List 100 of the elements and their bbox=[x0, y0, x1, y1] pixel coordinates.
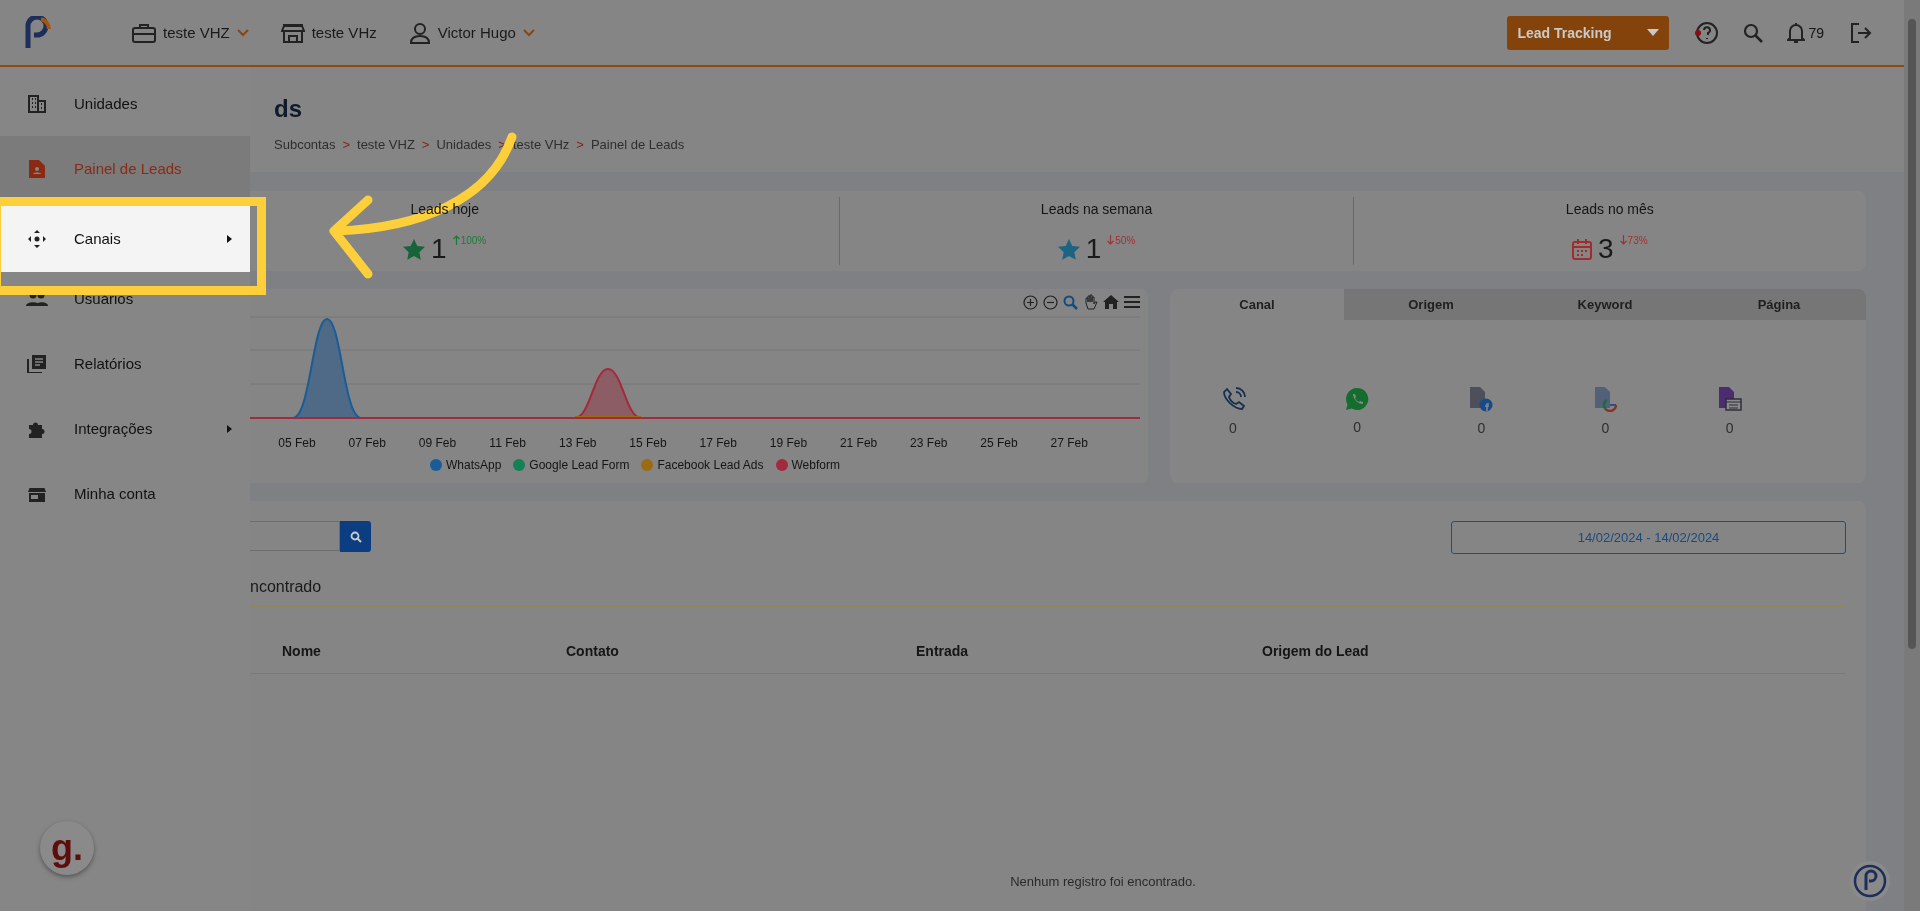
page-title: ds bbox=[274, 95, 303, 123]
magnifier-icon[interactable] bbox=[1063, 294, 1078, 310]
chevron-down-icon bbox=[522, 28, 535, 37]
date-range-button[interactable]: 14/02/2024 - 14/02/2024 bbox=[1451, 521, 1846, 554]
stat-change: 73% bbox=[1619, 235, 1648, 246]
search-icon[interactable] bbox=[1743, 22, 1764, 43]
caret-icon bbox=[1647, 29, 1660, 36]
user-icon bbox=[408, 21, 431, 44]
account-menu[interactable]: teste VHz bbox=[280, 21, 377, 44]
document-badge-icon bbox=[1593, 385, 1618, 412]
axis-label: 27 Feb bbox=[1050, 436, 1088, 450]
briefcase-icon bbox=[132, 22, 156, 43]
chevron-down-icon bbox=[236, 28, 249, 37]
move-icon bbox=[26, 229, 48, 248]
product-select[interactable]: Lead Tracking bbox=[1507, 15, 1670, 50]
sidebar-item[interactable]: Minha conta bbox=[0, 461, 250, 526]
sidebar-item[interactable]: Canais bbox=[0, 205, 250, 272]
chart-line bbox=[574, 416, 642, 418]
hand-icon[interactable] bbox=[1083, 294, 1098, 310]
section-heading: ncontrado bbox=[250, 578, 1846, 607]
channel-count: 0 bbox=[1601, 419, 1610, 436]
scrollbar[interactable] bbox=[1904, 0, 1920, 911]
breadcrumb-link[interactable]: teste VHZ bbox=[357, 137, 415, 152]
breadcrumb-separator: > bbox=[342, 137, 351, 152]
tab[interactable]: Origem bbox=[1344, 289, 1518, 320]
sidebar-item[interactable]: Integrações bbox=[0, 396, 250, 461]
channel-count: 0 bbox=[1229, 419, 1237, 436]
sidebar-item[interactable]: Unidades bbox=[0, 71, 250, 136]
bell-icon bbox=[1787, 21, 1806, 44]
document-icon bbox=[26, 159, 48, 178]
document-badge-icon bbox=[1469, 385, 1494, 412]
phone-icon bbox=[1221, 385, 1247, 412]
account-menu[interactable]: Victor Hugo bbox=[408, 21, 535, 44]
chat-bubble-icon bbox=[1345, 386, 1370, 411]
tab[interactable]: Keyword bbox=[1518, 289, 1692, 320]
legend-item[interactable]: WhatsApp bbox=[430, 458, 502, 472]
stat-label: Leads na semana bbox=[1040, 201, 1153, 217]
help-icon[interactable] bbox=[1695, 20, 1720, 45]
arrow-up-icon bbox=[452, 235, 460, 245]
menu-icon[interactable] bbox=[1124, 296, 1140, 308]
legend-item[interactable]: Facebook Lead Ads bbox=[641, 458, 764, 472]
axis-label: 11 Feb bbox=[489, 436, 526, 450]
arrow-down-icon bbox=[1107, 235, 1115, 245]
search-icon bbox=[349, 530, 362, 543]
channel-count: 0 bbox=[1477, 419, 1486, 436]
caret-right-icon bbox=[227, 234, 232, 243]
caret-right-icon bbox=[227, 424, 232, 433]
stat-change: 50% bbox=[1107, 235, 1136, 246]
support-bubble-icon[interactable] bbox=[1850, 861, 1890, 901]
axis-label: 25 Feb bbox=[980, 436, 1018, 450]
stat-change: 100% bbox=[452, 235, 487, 246]
tab[interactable]: Canal bbox=[1170, 289, 1344, 320]
column-header: Contato bbox=[566, 643, 620, 659]
legend-item[interactable]: Google Lead Form bbox=[513, 458, 630, 472]
logout-icon[interactable] bbox=[1850, 21, 1872, 44]
notifications-button[interactable]: 79 bbox=[1787, 21, 1824, 44]
search-button[interactable] bbox=[340, 521, 371, 552]
breadcrumb-link[interactable]: teste VHz bbox=[512, 137, 570, 152]
axis-label: 05 Feb bbox=[278, 436, 316, 450]
sidebar-item[interactable]: Relatórios bbox=[0, 331, 250, 396]
arrow-down-icon bbox=[1619, 235, 1627, 245]
calendar-icon bbox=[1572, 238, 1593, 260]
zoom-in-icon[interactable] bbox=[1023, 294, 1038, 310]
tab[interactable]: Página bbox=[1692, 289, 1866, 320]
breadcrumb-separator: > bbox=[421, 137, 430, 152]
stat-label: Leads hoje bbox=[410, 201, 479, 217]
search-field[interactable] bbox=[250, 521, 340, 551]
document-calendar-icon bbox=[1717, 385, 1742, 412]
star-icon bbox=[403, 238, 426, 260]
home-icon[interactable] bbox=[1103, 295, 1119, 309]
breadcrumb-link[interactable]: Subcontas bbox=[274, 137, 336, 152]
channel-count: 0 bbox=[1353, 418, 1361, 435]
axis-label: 23 Feb bbox=[910, 436, 948, 450]
legend-item[interactable]: Webform bbox=[775, 458, 840, 472]
breadcrumb-separator: > bbox=[576, 137, 584, 152]
list-icon bbox=[26, 354, 48, 373]
building-icon bbox=[26, 94, 48, 113]
stat-label: Leads no mês bbox=[1565, 201, 1654, 217]
axis-label: 19 Feb bbox=[769, 436, 808, 450]
axis-label: 17 Feb bbox=[699, 436, 737, 450]
breadcrumb-link[interactable]: Painel de Leads bbox=[590, 137, 685, 152]
breadcrumb-link[interactable]: Unidades bbox=[436, 137, 492, 152]
account-menu[interactable]: teste VHZ bbox=[132, 21, 249, 44]
store-icon bbox=[280, 22, 305, 43]
axis-label: 13 Feb bbox=[559, 436, 597, 450]
axis-label: 21 Feb bbox=[839, 436, 878, 450]
column-header: Entrada bbox=[916, 643, 970, 659]
stat-value: 1 bbox=[1085, 233, 1102, 265]
chat-widget-button[interactable]: g. bbox=[40, 821, 94, 875]
stat-value: 3 bbox=[1598, 233, 1614, 265]
star-icon bbox=[1057, 238, 1080, 260]
axis-label: 07 Feb bbox=[348, 436, 386, 450]
zoom-out-icon[interactable] bbox=[1043, 294, 1058, 310]
empty-message: Nenhum registro foi encontrado. bbox=[1009, 874, 1197, 889]
channel-count: 0 bbox=[1725, 419, 1734, 436]
stat-value: 1 bbox=[431, 233, 447, 265]
axis-label: 15 Feb bbox=[629, 436, 667, 450]
column-header: Nome bbox=[282, 643, 322, 659]
column-header: Origem do Lead bbox=[1262, 643, 1369, 659]
store-icon bbox=[26, 485, 48, 502]
